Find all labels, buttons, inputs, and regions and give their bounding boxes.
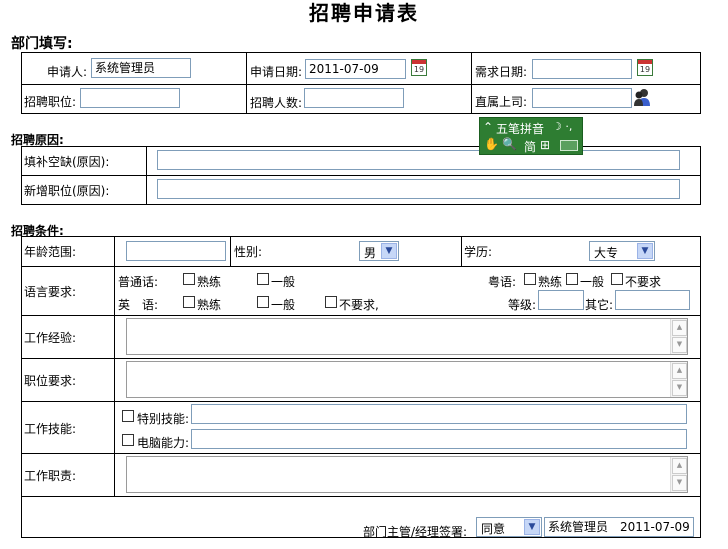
position-label: 招聘职位: bbox=[24, 95, 77, 109]
superior-input[interactable] bbox=[532, 88, 632, 108]
duty-textarea[interactable]: ▲ ▼ bbox=[126, 456, 688, 493]
user-picker-icon[interactable] bbox=[633, 87, 651, 107]
cantonese-general-checkbox[interactable] bbox=[566, 273, 578, 285]
divider bbox=[21, 453, 701, 454]
computer-skill-input[interactable] bbox=[191, 429, 687, 449]
computer-skill-label: 电脑能力: bbox=[137, 436, 190, 450]
chevron-down-icon: ▼ bbox=[524, 519, 540, 535]
chevron-down-icon: ▼ bbox=[381, 243, 397, 259]
edu-label: 学历: bbox=[464, 245, 493, 259]
exp-textarea[interactable]: ▲ ▼ bbox=[126, 318, 688, 355]
applicant-input[interactable]: 系统管理员 bbox=[91, 58, 191, 78]
scrollbar[interactable]: ▲ ▼ bbox=[670, 319, 687, 354]
cantonese-label: 粤语: bbox=[488, 275, 517, 289]
need-date-label: 需求日期: bbox=[475, 65, 528, 79]
hand-icon[interactable]: ✋ bbox=[484, 137, 499, 151]
calendar-icon[interactable]: 19 bbox=[411, 59, 427, 76]
divider bbox=[21, 175, 701, 176]
computer-skill-checkbox[interactable] bbox=[122, 434, 134, 446]
english-none-checkbox[interactable] bbox=[325, 296, 337, 308]
divider bbox=[246, 52, 247, 114]
special-skill-label: 特别技能: bbox=[137, 412, 190, 426]
req-textarea[interactable]: ▲ ▼ bbox=[126, 361, 688, 398]
divider bbox=[21, 496, 701, 497]
new-position-label: 新增职位(原因): bbox=[24, 184, 110, 198]
other-input[interactable] bbox=[615, 290, 690, 310]
expand-icon[interactable]: ⌃ bbox=[483, 120, 493, 134]
english-label: 英 语: bbox=[118, 298, 159, 312]
position-input[interactable] bbox=[80, 88, 180, 108]
ime-mode-label[interactable]: 五笔拼音 bbox=[496, 120, 544, 137]
fill-vacancy-input[interactable] bbox=[157, 150, 680, 170]
english-fluent-label: 熟练 bbox=[197, 298, 222, 312]
signer-input[interactable]: 系统管理员 2011-07-09 bbox=[544, 517, 694, 537]
superior-label: 直属上司: bbox=[475, 95, 528, 109]
divider bbox=[21, 84, 701, 85]
gender-select[interactable]: 男 ▼ bbox=[359, 241, 399, 261]
mandarin-general-label: 一般 bbox=[271, 275, 296, 289]
special-skill-input[interactable] bbox=[191, 404, 687, 424]
age-input[interactable] bbox=[126, 241, 226, 261]
need-date-input[interactable] bbox=[532, 59, 632, 79]
mandarin-fluent-checkbox[interactable] bbox=[183, 273, 195, 285]
divider bbox=[461, 236, 462, 266]
divider bbox=[21, 266, 701, 267]
english-general-label: 一般 bbox=[271, 298, 296, 312]
chevron-down-icon: ▼ bbox=[637, 243, 653, 259]
other-label: 其它: bbox=[585, 298, 614, 312]
cantonese-general-label: 一般 bbox=[580, 275, 605, 289]
divider bbox=[230, 236, 231, 266]
apply-date-input[interactable]: 2011-07-09 bbox=[305, 59, 406, 79]
scrollbar[interactable]: ▲ ▼ bbox=[670, 362, 687, 397]
english-fluent-checkbox[interactable] bbox=[183, 296, 195, 308]
signer-label: 部门主管/经理签署: bbox=[363, 525, 468, 539]
age-label: 年龄范围: bbox=[24, 245, 77, 259]
grid-icon[interactable]: ⊞ bbox=[540, 138, 550, 152]
mandarin-general-checkbox[interactable] bbox=[257, 273, 269, 285]
skill-label: 工作技能: bbox=[24, 422, 77, 436]
cantonese-none-checkbox[interactable] bbox=[611, 273, 623, 285]
mandarin-label: 普通话: bbox=[118, 275, 159, 289]
divider bbox=[21, 315, 701, 316]
calendar-icon[interactable]: 19 bbox=[637, 59, 653, 76]
simplified-label[interactable]: 简 bbox=[524, 138, 536, 155]
divider bbox=[21, 358, 701, 359]
divider bbox=[146, 146, 147, 205]
new-position-input[interactable] bbox=[157, 179, 680, 199]
exp-label: 工作经验: bbox=[24, 331, 77, 345]
applicant-label: 申请人: bbox=[47, 65, 88, 79]
apply-date-label: 申请日期: bbox=[250, 65, 303, 79]
mandarin-fluent-label: 熟练 bbox=[197, 275, 222, 289]
duty-label: 工作职责: bbox=[24, 469, 77, 483]
section-dept-heading: 部门填写: bbox=[11, 36, 73, 52]
req-label: 职位要求: bbox=[24, 374, 77, 388]
cantonese-fluent-checkbox[interactable] bbox=[524, 273, 536, 285]
gender-label: 性别: bbox=[234, 245, 263, 259]
cantonese-none-label: 不要求 bbox=[625, 275, 662, 289]
scrollbar[interactable]: ▲ ▼ bbox=[670, 457, 687, 492]
count-input[interactable] bbox=[304, 88, 404, 108]
cantonese-fluent-label: 熟练 bbox=[538, 275, 563, 289]
edu-select[interactable]: 大专 ▼ bbox=[589, 241, 655, 261]
keyboard-icon[interactable] bbox=[560, 140, 578, 151]
divider bbox=[471, 52, 472, 114]
count-label: 招聘人数: bbox=[250, 96, 303, 110]
special-skill-checkbox[interactable] bbox=[122, 410, 134, 422]
approval-select[interactable]: 同意 ▼ bbox=[476, 517, 542, 537]
page-title: 招聘申请表 bbox=[309, 1, 419, 25]
search-icon[interactable]: 🔍 bbox=[502, 137, 517, 151]
fill-vacancy-label: 填补空缺(原因): bbox=[24, 155, 110, 169]
halfwidth-icon[interactable]: ☽ ·, bbox=[552, 120, 572, 133]
level-label: 等级: bbox=[508, 298, 537, 312]
divider bbox=[114, 236, 115, 496]
level-input[interactable] bbox=[538, 290, 584, 310]
english-general-checkbox[interactable] bbox=[257, 296, 269, 308]
lang-label: 语言要求: bbox=[24, 285, 77, 299]
english-none-label: 不要求, bbox=[339, 298, 379, 312]
divider bbox=[21, 401, 701, 402]
ime-toolbar[interactable]: ⌃ 五笔拼音 ☽ ·, ✋ 🔍 简 ⊞ bbox=[479, 117, 583, 155]
